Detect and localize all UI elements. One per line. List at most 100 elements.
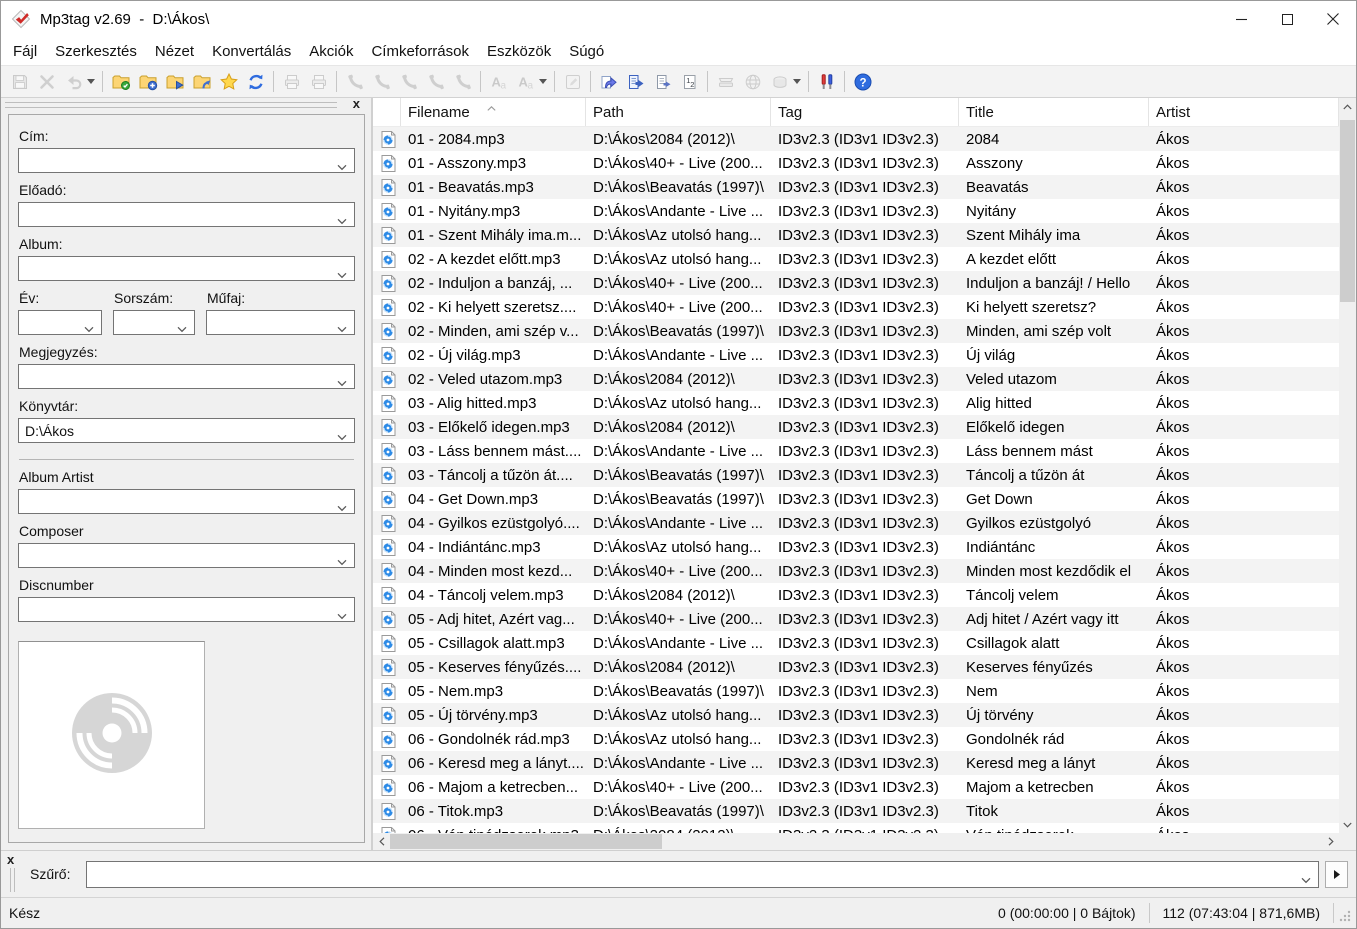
table-row[interactable]: 03 - Láss bennem mást....D:\Ákos\Andante… bbox=[373, 439, 1339, 463]
auto-numbering-button[interactable]: 12 bbox=[676, 68, 703, 95]
add-directory-button[interactable] bbox=[134, 68, 161, 95]
mp3tag-window: Mp3tag v2.69 - D:\Ákos\ FájlSzerkesztésN… bbox=[0, 0, 1357, 929]
status-bar: Kész 0 (00:00:00 | 0 Bájtok) 112 (07:43:… bbox=[1, 897, 1356, 928]
column-header-icon[interactable] bbox=[373, 98, 401, 126]
close-button[interactable] bbox=[1310, 1, 1356, 37]
refresh-button[interactable] bbox=[242, 68, 269, 95]
tag-panel-close-button[interactable]: x bbox=[353, 97, 360, 111]
favorite-directory-button[interactable] bbox=[215, 68, 242, 95]
help-button[interactable]: ? bbox=[849, 68, 876, 95]
table-row[interactable]: 03 - Előkelő idegen.mp3D:\Ákos\2084 (201… bbox=[373, 415, 1339, 439]
title-field[interactable] bbox=[18, 148, 355, 173]
status-divider bbox=[1333, 903, 1334, 923]
track-field[interactable] bbox=[113, 310, 195, 335]
album-artist-field[interactable] bbox=[18, 489, 355, 514]
open-directory-button[interactable] bbox=[161, 68, 188, 95]
table-row[interactable]: 04 - Get Down.mp3D:\Ákos\Beavatás (1997)… bbox=[373, 487, 1339, 511]
resize-grip-icon[interactable] bbox=[1338, 909, 1354, 925]
menu-nezet[interactable]: Nézet bbox=[146, 40, 203, 63]
year-field[interactable] bbox=[18, 310, 102, 335]
table-row[interactable]: 02 - A kezdet előtt.mp3D:\Ákos\Az utolsó… bbox=[373, 247, 1339, 271]
cell-title: Induljon a banzáj! / Hello bbox=[959, 275, 1149, 292]
artist-field[interactable] bbox=[18, 202, 355, 227]
filter-apply-button[interactable] bbox=[1325, 861, 1348, 888]
table-row[interactable]: 04 - Indiántánc.mp3D:\Ákos\Az utolsó han… bbox=[373, 535, 1339, 559]
column-header-filename[interactable]: Filename bbox=[401, 98, 586, 126]
receiver-icon bbox=[425, 71, 446, 92]
table-row[interactable]: 02 - Ki helyett szeretsz....D:\Ákos\40+ … bbox=[373, 295, 1339, 319]
filename-tag-icon bbox=[625, 71, 646, 92]
options-button[interactable] bbox=[813, 68, 840, 95]
scroll-up-icon[interactable] bbox=[1339, 98, 1356, 115]
cell-title: Gondolnék rád bbox=[959, 731, 1149, 748]
column-header-artist[interactable]: Artist bbox=[1149, 98, 1339, 126]
table-row[interactable]: 06 - Majom a ketrecben...D:\Ákos\40+ - L… bbox=[373, 775, 1339, 799]
album-field[interactable] bbox=[18, 256, 355, 281]
column-header-title[interactable]: Title bbox=[959, 98, 1149, 126]
table-row[interactable]: 06 - Gondolnék rád.mp3D:\Ákos\Az utolsó … bbox=[373, 727, 1339, 751]
vertical-scroll-thumb[interactable] bbox=[1340, 120, 1355, 302]
change-directory-button[interactable] bbox=[107, 68, 134, 95]
table-row[interactable]: 01 - Asszony.mp3D:\Ákos\40+ - Live (200.… bbox=[373, 151, 1339, 175]
scroll-left-icon[interactable] bbox=[373, 833, 390, 850]
filename-to-tag-button[interactable] bbox=[622, 68, 649, 95]
parent-directory-button[interactable] bbox=[188, 68, 215, 95]
table-row[interactable]: 04 - Minden most kezd...D:\Ákos\40+ - Li… bbox=[373, 559, 1339, 583]
table-row[interactable]: 06 - Titok.mp3D:\Ákos\Beavatás (1997)\ID… bbox=[373, 799, 1339, 823]
dropdown-caret-icon[interactable] bbox=[87, 79, 95, 84]
table-row[interactable]: 01 - 2084.mp3D:\Ákos\2084 (2012)\ID3v2.3… bbox=[373, 127, 1339, 151]
table-row[interactable]: 05 - Új törvény.mp3D:\Ákos\Az utolsó han… bbox=[373, 703, 1339, 727]
column-header-path[interactable]: Path bbox=[586, 98, 771, 126]
table-row[interactable]: 05 - Nem.mp3D:\Ákos\Beavatás (1997)\ID3v… bbox=[373, 679, 1339, 703]
scroll-down-icon[interactable] bbox=[1339, 816, 1356, 833]
table-row[interactable]: 05 - Csillagok alatt.mp3D:\Ákos\Andante … bbox=[373, 631, 1339, 655]
folder-check-icon bbox=[110, 71, 131, 92]
menu-szerkesztes[interactable]: Szerkesztés bbox=[46, 40, 146, 63]
cell-tag: ID3v2.3 (ID3v1 ID3v2.3) bbox=[771, 299, 959, 316]
table-row[interactable]: 05 - Keserves fényűzés....D:\Ákos\2084 (… bbox=[373, 655, 1339, 679]
table-row[interactable]: 02 - Induljon a banzáj, ...D:\Ákos\40+ -… bbox=[373, 271, 1339, 295]
composer-field[interactable] bbox=[18, 543, 355, 568]
horizontal-scrollbar[interactable] bbox=[373, 833, 1339, 850]
menu-akciok[interactable]: Akciók bbox=[300, 40, 362, 63]
cell-path: D:\Ákos\2084 (2012)\ bbox=[586, 659, 771, 676]
album-art-placeholder[interactable] bbox=[18, 641, 205, 829]
table-row[interactable]: 03 - Táncolj a tűzön át....D:\Ákos\Beava… bbox=[373, 463, 1339, 487]
table-row[interactable]: 06 - Vén tinédzserek.mp3D:\Ákos\2084 (20… bbox=[373, 823, 1339, 833]
minimize-button[interactable] bbox=[1218, 1, 1264, 37]
menu-fajl[interactable]: Fájl bbox=[4, 40, 46, 63]
dropdown-caret-icon[interactable] bbox=[793, 79, 801, 84]
genre-field[interactable] bbox=[206, 310, 355, 335]
web-icon bbox=[742, 71, 763, 92]
table-row[interactable]: 01 - Szent Mihály ima.m...D:\Ákos\Az uto… bbox=[373, 223, 1339, 247]
menu-cimkeforrasok[interactable]: Címkeforrások bbox=[362, 40, 478, 63]
menu-eszkozok[interactable]: Eszközök bbox=[478, 40, 560, 63]
filter-input[interactable] bbox=[86, 861, 1319, 888]
case-icon: Aa bbox=[488, 71, 509, 92]
table-row[interactable]: 03 - Alig hitted.mp3D:\Ákos\Az utolsó ha… bbox=[373, 391, 1339, 415]
table-row[interactable]: 02 - Minden, ami szép v...D:\Ákos\Beavat… bbox=[373, 319, 1339, 343]
menu-konvertalas[interactable]: Konvertálás bbox=[203, 40, 300, 63]
table-row[interactable]: 02 - Veled utazom.mp3D:\Ákos\2084 (2012)… bbox=[373, 367, 1339, 391]
directory-field[interactable]: D:\Ákos bbox=[18, 418, 355, 443]
scroll-right-icon[interactable] bbox=[1322, 833, 1339, 850]
table-row[interactable]: 01 - Nyitány.mp3D:\Ákos\Andante - Live .… bbox=[373, 199, 1339, 223]
dropdown-caret-icon[interactable] bbox=[539, 79, 547, 84]
table-row[interactable]: 05 - Adj hitet, Azért vag...D:\Ákos\40+ … bbox=[373, 607, 1339, 631]
filter-close-button[interactable]: x bbox=[7, 852, 14, 867]
comment-field[interactable] bbox=[18, 364, 355, 389]
tag-panel-grip[interactable]: x bbox=[5, 101, 363, 111]
table-row[interactable]: 06 - Keresd meg a lányt....D:\Ákos\Andan… bbox=[373, 751, 1339, 775]
menu-sugo[interactable]: Súgó bbox=[560, 40, 613, 63]
table-row[interactable]: 04 - Táncolj velem.mp3D:\Ákos\2084 (2012… bbox=[373, 583, 1339, 607]
horizontal-scroll-thumb[interactable] bbox=[390, 834, 662, 849]
discnumber-field[interactable] bbox=[18, 597, 355, 622]
table-row[interactable]: 04 - Gyilkos ezüstgolyó....D:\Ákos\Andan… bbox=[373, 511, 1339, 535]
textfile-to-tag-button[interactable] bbox=[649, 68, 676, 95]
tag-to-filename-button[interactable] bbox=[595, 68, 622, 95]
table-row[interactable]: 01 - Beavatás.mp3D:\Ákos\Beavatás (1997)… bbox=[373, 175, 1339, 199]
maximize-button[interactable] bbox=[1264, 1, 1310, 37]
column-header-tag[interactable]: Tag bbox=[771, 98, 959, 126]
vertical-scrollbar[interactable] bbox=[1339, 98, 1356, 833]
table-row[interactable]: 02 - Új világ.mp3D:\Ákos\Andante - Live … bbox=[373, 343, 1339, 367]
